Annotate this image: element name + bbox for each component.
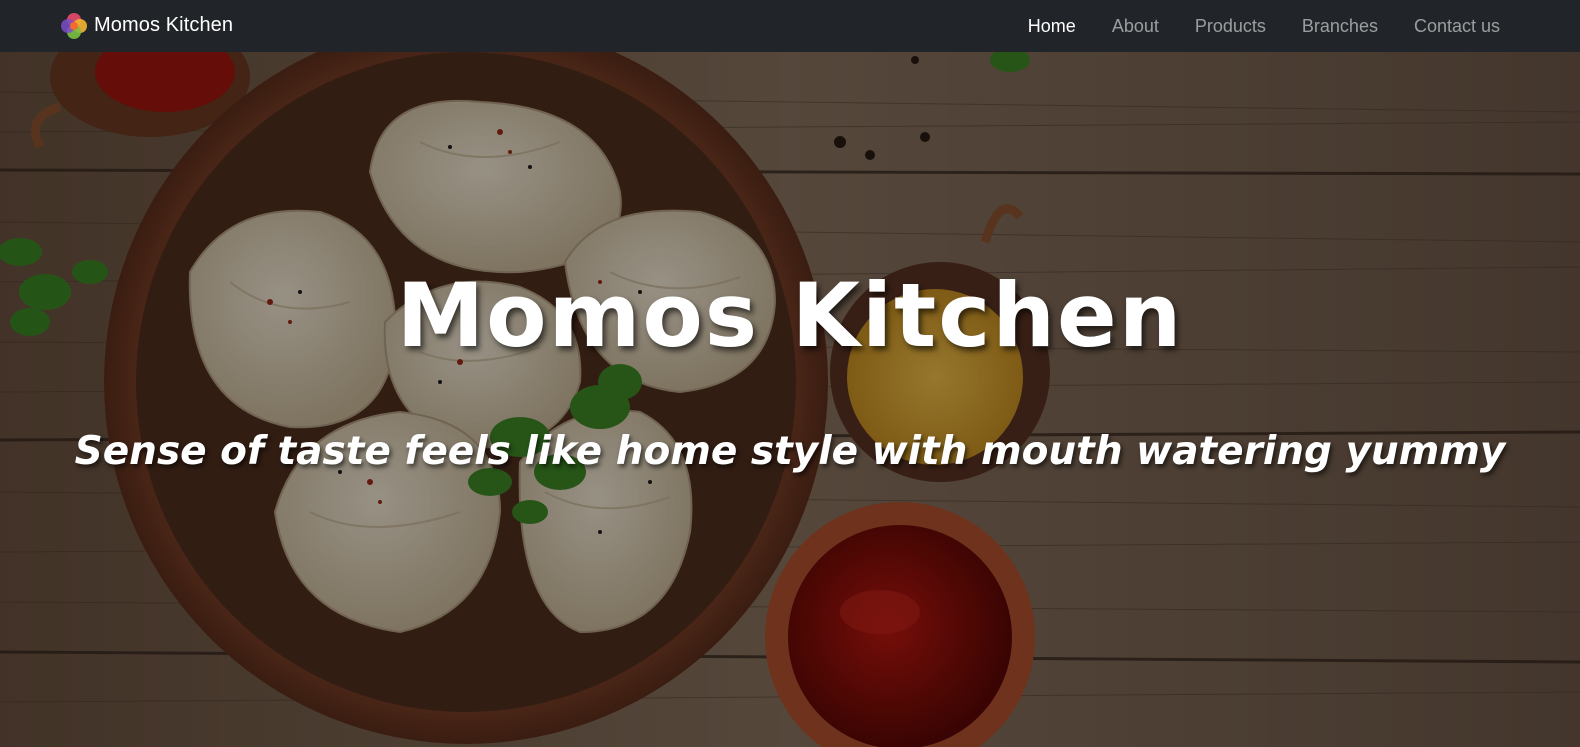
nav-links: Home About Products Branches Contact us bbox=[992, 0, 1500, 52]
nav-link-contact-us[interactable]: Contact us bbox=[1414, 12, 1500, 41]
nav-link-branches[interactable]: Branches bbox=[1302, 12, 1378, 41]
nav-link-home[interactable]: Home bbox=[1028, 12, 1076, 41]
hero-title: Momos Kitchen bbox=[396, 264, 1184, 367]
hero-section: Momos Kitchen Sense of taste feels like … bbox=[0, 52, 1580, 747]
navbar: Momos Kitchen Home About Products Branch… bbox=[0, 0, 1580, 52]
hero-overlay bbox=[0, 52, 1580, 747]
hero-subtitle: Sense of taste feels like home style wit… bbox=[74, 429, 1506, 474]
brand-logo-icon bbox=[61, 12, 87, 39]
nav-link-about[interactable]: About bbox=[1112, 12, 1159, 41]
nav-link-products[interactable]: Products bbox=[1195, 12, 1266, 41]
brand-name: Momos Kitchen bbox=[94, 14, 234, 36]
brand-link[interactable]: Momos Kitchen bbox=[59, 9, 233, 42]
